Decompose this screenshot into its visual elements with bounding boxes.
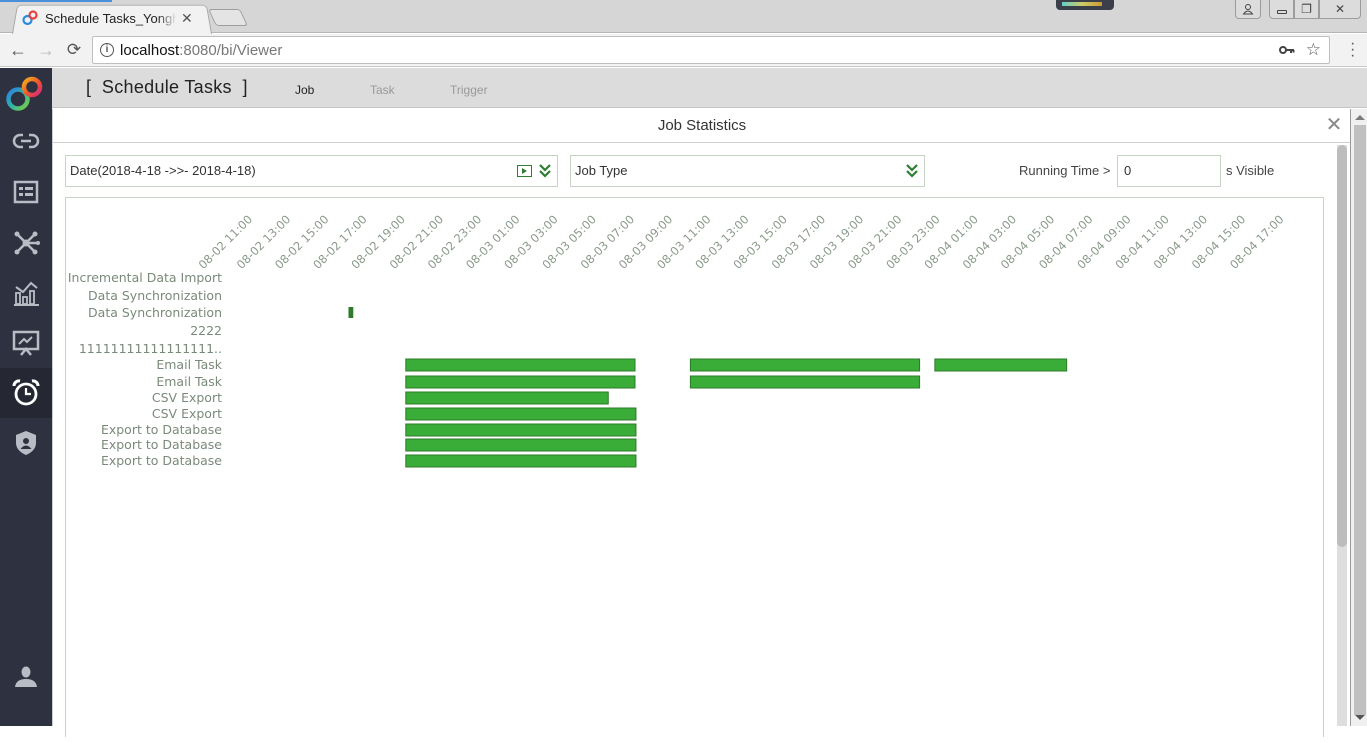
row-label: 2222 — [190, 323, 222, 338]
browser-tab-content[interactable]: Schedule Tasks_Yonghong ✕ — [22, 8, 193, 28]
row-label: CSV Export — [152, 390, 222, 405]
sidebar-item-data-source[interactable] — [0, 116, 52, 166]
sidebar-item-data-mart[interactable] — [0, 218, 52, 268]
job-run-bar[interactable] — [405, 423, 637, 437]
row-label: Export to Database — [101, 437, 222, 452]
running-time-label: Running Time > — [1019, 163, 1111, 178]
row-label: Incremental Data Import — [68, 270, 222, 285]
list-card-icon — [13, 180, 39, 204]
page-scrollbar-thumb[interactable] — [1354, 125, 1366, 715]
url-path: :8080/bi/Viewer — [179, 42, 283, 59]
job-statistics-dialog: Job Statistics ✕ Date(2018-4-18 ->>- 201… — [52, 109, 1351, 737]
sidebar-item-schedule-tasks[interactable] — [0, 368, 52, 418]
new-tab-button[interactable] — [208, 9, 248, 26]
job-run-bar[interactable] — [934, 358, 1068, 372]
job-run-bar[interactable] — [405, 375, 636, 389]
shield-user-icon — [16, 431, 36, 455]
close-dialog-icon[interactable]: ✕ — [1324, 115, 1344, 135]
app-logo-icon[interactable] — [5, 74, 47, 114]
row-label: Export to Database — [101, 453, 222, 468]
job-type-filter-value: Job Type — [575, 163, 628, 178]
page-title: [ Schedule Tasks ] — [86, 77, 248, 97]
sidebar-item-user[interactable] — [0, 652, 52, 702]
url-host: localhost — [120, 42, 180, 59]
job-run-bar[interactable] — [348, 307, 354, 318]
double-chevron-down-icon[interactable] — [905, 163, 919, 179]
job-run-bar[interactable] — [405, 438, 637, 452]
link-icon — [12, 132, 40, 150]
info-icon[interactable]: i — [100, 43, 114, 57]
sidebar-item-analysis[interactable] — [0, 268, 52, 318]
browser-menu-icon[interactable]: · · · — [1350, 36, 1355, 64]
bar-chart-icon — [14, 281, 39, 306]
job-run-bar[interactable] — [405, 407, 637, 421]
window-controls: ❐ ✕ — [1235, 0, 1361, 19]
scroll-up-icon[interactable] — [1355, 115, 1365, 120]
restore-icon[interactable]: ❐ — [1294, 0, 1319, 19]
address-bar[interactable]: i localhost:8080/bi/Viewer ☆ — [92, 36, 1330, 64]
close-window-icon[interactable]: ✕ — [1319, 0, 1361, 19]
date-filter-value: Date(2018-4-18 ->>- 2018-4-18) — [70, 163, 256, 178]
row-label: Export to Database — [101, 422, 222, 437]
row-label: Email Task — [156, 374, 222, 389]
gantt-chart: 08-02 11:0008-02 13:0008-02 15:0008-02 1… — [68, 212, 1287, 468]
row-label: 11111111111111111.. — [79, 341, 222, 356]
row-label: Data Synchronization — [88, 305, 222, 320]
key-icon[interactable] — [1279, 42, 1295, 58]
sidebar-item-security[interactable] — [0, 418, 52, 468]
job-run-bar[interactable] — [405, 454, 637, 468]
tab-close-icon[interactable]: ✕ — [181, 10, 193, 27]
network-icon — [14, 231, 40, 255]
job-type-filter[interactable]: Job Type — [570, 155, 925, 187]
user-icon — [15, 666, 37, 687]
back-arrow-icon[interactable]: ← — [7, 39, 29, 61]
browser-toolbar: ← → ⟳ i localhost:8080/bi/Viewer ☆ · · · — [0, 34, 1367, 67]
presentation-icon — [12, 330, 40, 356]
reload-icon[interactable]: ⟳ — [63, 39, 85, 61]
running-time-input[interactable]: 0 — [1117, 155, 1221, 187]
tab-job[interactable]: Job — [295, 83, 314, 97]
tab-trigger[interactable]: Trigger — [450, 83, 488, 97]
media-widget — [1056, 0, 1114, 10]
date-filter[interactable]: Date(2018-4-18 ->>- 2018-4-18) — [65, 155, 558, 187]
page-scrollbar[interactable] — [1350, 109, 1367, 726]
job-run-bar[interactable] — [689, 358, 921, 372]
tab-accent — [0, 0, 112, 2]
tab-title: Schedule Tasks_Yonghong — [45, 10, 177, 26]
dialog-scrollbar[interactable] — [1337, 145, 1347, 726]
forward-arrow-icon[interactable]: → — [35, 39, 57, 61]
bookmark-star-icon[interactable]: ☆ — [1306, 40, 1321, 60]
minimize-icon[interactable] — [1269, 0, 1294, 19]
row-label: CSV Export — [152, 406, 222, 421]
running-time-suffix: s Visible — [1226, 163, 1275, 178]
browser-tab-bar: Schedule Tasks_Yonghong ✕ ❐ ✕ — [0, 0, 1367, 34]
row-label: Email Task — [156, 357, 222, 372]
scroll-down-icon[interactable] — [1355, 715, 1365, 720]
job-run-bar[interactable] — [405, 358, 636, 372]
sidebar-item-data-set[interactable] — [0, 167, 52, 217]
job-run-bar[interactable] — [405, 391, 609, 405]
app-sidebar — [0, 68, 52, 726]
gantt-chart-panel: 08-02 11:00 08-02 13:00 08-02 15:00 08-02 1… — [65, 197, 1324, 737]
row-label: Data Synchronization — [88, 288, 222, 303]
url-text: localhost:8080/bi/Viewer — [120, 42, 282, 59]
alarm-clock-icon — [12, 379, 40, 406]
dialog-title: Job Statistics — [53, 109, 1351, 143]
tab-task[interactable]: Task — [370, 83, 395, 97]
play-icon[interactable] — [517, 165, 532, 177]
app-header: [ Schedule Tasks ] Job Task Trigger — [52, 68, 1367, 108]
dialog-scrollbar-thumb[interactable] — [1337, 145, 1347, 547]
app-favicon-icon — [22, 10, 38, 26]
profile-icon[interactable] — [1235, 0, 1261, 19]
sidebar-item-report[interactable] — [0, 318, 52, 368]
job-run-bar[interactable] — [689, 375, 921, 389]
double-chevron-down-icon[interactable] — [538, 163, 552, 179]
